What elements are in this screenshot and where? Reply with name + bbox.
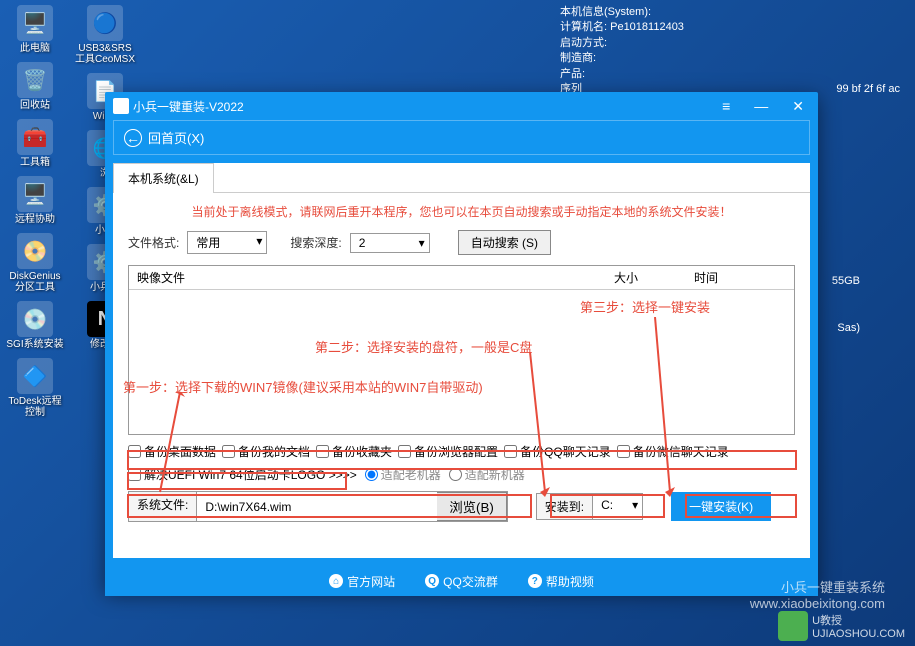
system-file-label: 系统文件: [129,492,197,521]
search-depth-label: 搜索深度: [290,234,341,251]
footer-help-video[interactable]: ?帮助视频 [528,573,594,590]
install-drive-select[interactable]: C: [592,494,642,519]
back-button[interactable]: ← 回首页(X) [113,120,810,155]
back-arrow-icon: ← [124,129,142,147]
checkbox-qq[interactable]: 备份QQ聊天记录 [504,443,611,460]
system-file-input[interactable] [197,492,437,521]
file-format-label: 文件格式: [128,234,179,251]
file-list[interactable]: 映像文件 大小 时间 [128,265,795,435]
sysinfo-mfr: 制造商: [560,51,900,66]
footer-bar: ⌂官方网站 QQQ交流群 ?帮助视频 [105,566,818,596]
titlebar: 小兵一键重装-V2022 ≡ — ✕ [105,92,818,120]
desktop-icon-todesk[interactable]: 🔷ToDesk远程 控制 [5,358,65,418]
file-format-select[interactable]: 常用 [187,231,267,254]
sysinfo-computer: 计算机名: Pe1018112403 [560,20,900,35]
checkbox-wechat[interactable]: 备份微信聊天记录 [617,443,729,460]
desktop-icon-diskgenius[interactable]: 📀DiskGenius 分区工具 [5,233,65,293]
desktop-icon-toolbox[interactable]: 🧰工具箱 [5,119,65,168]
desktop-icon-sgi[interactable]: 💿SGI系统安装 [5,301,65,350]
auto-search-button[interactable]: 自动搜索 (S) [458,230,551,255]
install-button[interactable]: 一键安装(K) [671,492,771,521]
col-file-header: 映像文件 [129,269,614,286]
checkbox-favorites[interactable]: 备份收藏夹 [316,443,392,460]
watermark: U教授 UJIAOSHOU.COM [778,611,905,641]
desktop-icons-col1: 🖥️此电脑 🗑️回收站 🧰工具箱 🖥️远程协助 📀DiskGenius 分区工具… [5,5,65,418]
browse-button[interactable]: 浏览(B) [437,492,506,521]
radio-new-machine[interactable]: 适配新机器 [449,466,525,483]
app-title: 小兵一键重装-V2022 [133,98,244,115]
backup-checkbox-row: 备份桌面数据 备份我的文档 备份收藏夹 备份浏览器配置 备份QQ聊天记录 备份微… [113,435,810,464]
col-time-header: 时间 [694,269,794,286]
search-depth-select[interactable]: 2 [350,233,430,253]
checkbox-documents[interactable]: 备份我的文档 [222,443,310,460]
desktop-icon-remote[interactable]: 🖥️远程协助 [5,176,65,225]
desktop-icon-usb3[interactable]: 🔵USB3&SRS 工具CeoMSX [75,5,135,65]
checkbox-browser[interactable]: 备份浏览器配置 [398,443,498,460]
install-to-group: 安装到: C: [536,493,643,520]
qq-icon: Q [425,574,439,588]
desktop-icon-computer[interactable]: 🖥️此电脑 [5,5,65,54]
app-icon [113,98,129,114]
file-list-header: 映像文件 大小 时间 [129,266,794,290]
sysinfo-title: 本机信息(System): [560,5,900,20]
install-path-row: 系统文件: 浏览(B) 安装到: C: 一键安装(K) [113,491,810,532]
uefi-row: 解决UEFI Win7 64位启动卡LOGO >>>> 适配老机器 适配新机器 [113,464,810,491]
install-to-label: 安装到: [537,494,592,519]
home-icon: ⌂ [329,574,343,588]
footer-qq-group[interactable]: QQQ交流群 [425,573,498,590]
help-icon: ? [528,574,542,588]
bottom-branding: 小兵一键重装系统 www.xiaobeixitong.com [750,577,885,611]
right-text-sas: Sas) [837,322,860,334]
sysinfo-boot: 启动方式: [560,36,900,51]
content-area: 本机系统(&L) 当前处于离线模式，请联网后重开本程序，您也可以在本页自动搜索或… [113,163,810,558]
footer-official-site[interactable]: ⌂官方网站 [329,573,395,590]
system-file-group: 系统文件: 浏览(B) [128,491,508,522]
checkbox-desktop[interactable]: 备份桌面数据 [128,443,216,460]
col-size-header: 大小 [614,269,694,286]
menu-icon[interactable]: ≡ [716,96,736,117]
watermark-icon [778,611,808,641]
close-button[interactable]: ✕ [786,96,810,117]
checkbox-uefi[interactable]: 解决UEFI Win7 64位启动卡LOGO >>>> [128,466,357,483]
right-text-gb: 55GB [832,275,860,287]
search-row: 文件格式: 常用 搜索深度: 2 自动搜索 (S) [113,230,810,265]
tab-local-system[interactable]: 本机系统(&L) [113,163,214,193]
tab-header: 本机系统(&L) [113,163,810,193]
desktop-icon-recycle[interactable]: 🗑️回收站 [5,62,65,111]
sysinfo-product: 产品: [560,67,900,82]
minimize-button[interactable]: — [748,96,774,117]
app-window: 小兵一键重装-V2022 ≡ — ✕ ← 回首页(X) 本机系统(&L) 当前处… [105,92,818,590]
radio-old-machine[interactable]: 适配老机器 [365,466,441,483]
offline-warning: 当前处于离线模式，请联网后重开本程序，您也可以在本页自动搜索或手动指定本地的系统… [113,193,810,230]
